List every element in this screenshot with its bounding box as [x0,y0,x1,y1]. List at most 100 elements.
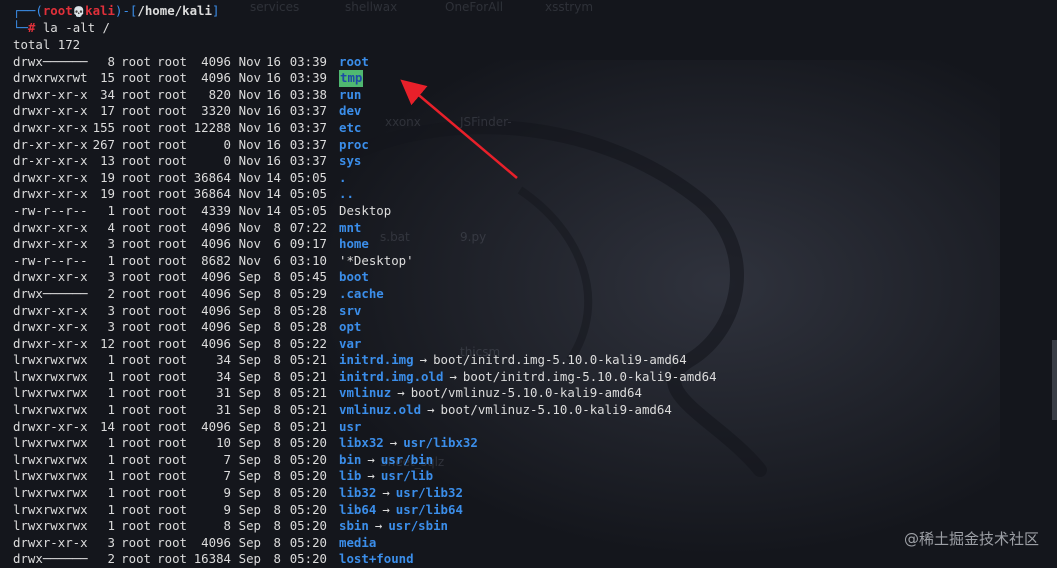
col-day: 6 [273,236,281,252]
col-month: Sep [238,551,261,567]
col-name: boot [327,269,369,286]
col-links: 1 [107,202,115,218]
col-name: '*Desktop' [327,253,414,270]
col-day: 16 [266,153,281,169]
col-month: Nov [238,153,261,169]
col-group: root [157,335,187,351]
col-name: initrd.img → boot/initrd.img-5.10.0-kali9-… [327,352,687,369]
entry-name: initrd.img.old [339,368,444,384]
col-perm: lrwxrwxrwx [13,402,88,418]
col-group: root [157,501,187,517]
entry-name: run [339,86,362,102]
col-month: Nov [238,186,261,202]
scrollbar-thumb[interactable] [1052,340,1057,420]
col-day: 8 [273,518,281,534]
listing-row: lrwxrwxrwx 1 root root 7 Sep 8 05:20 lib → usr/lib [13,468,717,485]
col-group: root [157,70,187,86]
col-group: root [157,153,187,169]
col-owner: root [121,269,151,285]
col-day: 8 [273,385,281,401]
col-links: 3 [107,319,115,335]
col-time: 09:17 [289,236,327,252]
listing-row: drwxr-xr-x 155 root root 12288 Nov 16 03:37 etc [13,120,717,137]
col-day: 8 [273,402,281,418]
col-perm: drwxr-xr-x [13,302,88,318]
col-group: root [157,285,187,301]
prompt-path: /home/kali [137,3,212,18]
col-owner: root [121,202,151,218]
col-owner: root [121,468,151,484]
col-links: 1 [107,468,115,484]
col-name: lib32 → usr/lib32 [327,485,463,502]
listing-row: lrwxrwxrwx 1 root root 9 Sep 8 05:20 lib32 → usr/l… [13,485,717,502]
symlink-target: usr/lib32 [395,485,463,501]
col-name: .. [327,186,354,203]
listing-row: drwxr-xr-x 12 root root 4096 Sep 8 05:22 var [13,336,717,353]
col-time: 03:37 [289,136,327,152]
symlink-arrow-icon: → [449,368,457,384]
entry-name: etc [339,119,362,135]
col-size: 36864 [193,169,231,185]
entry-name: .cache [339,285,384,301]
total-line: total 172 [13,37,717,54]
col-size: 36864 [193,186,231,202]
col-group: root [157,368,187,384]
col-time: 03:37 [289,103,327,119]
col-links: 14 [100,418,115,434]
entry-name: usr [339,418,362,434]
col-month: Sep [238,402,261,418]
col-links: 1 [107,385,115,401]
col-perm: lrwxrwxrwx [13,485,88,501]
col-perm: lrwxrwxrwx [13,501,88,517]
col-perm: drwxr-xr-x [13,418,88,434]
col-links: 3 [107,534,115,550]
col-perm: drwxr-xr-x [13,219,88,235]
entry-name: var [339,335,362,351]
col-time: 05:21 [289,368,327,384]
col-day: 8 [273,468,281,484]
col-time: 05:28 [289,302,327,318]
symlink-arrow-icon: → [389,435,398,451]
command-line[interactable]: └─# la -alt / [13,20,110,37]
col-name: libx32 → usr/libx32 [327,435,478,452]
entry-name: boot [339,269,369,285]
col-group: root [157,468,187,484]
listing-row: drwxr-xr-x 19 root root 36864 Nov 14 05:05.. [13,186,717,203]
col-group: root [157,269,187,285]
col-time: 03:37 [289,153,327,169]
col-day: 8 [273,451,281,467]
symlink-target: boot/vmlinuz-5.10.0-kali9-amd64 [440,402,672,418]
col-owner: root [121,70,151,86]
terminal-window[interactable]: ┌──(root💀kali)-[/home/kali] └─# la -alt … [0,0,1057,568]
col-perm: -rw-r--r-- [13,202,88,218]
col-group: root [157,518,187,534]
col-group: root [157,219,187,235]
symlink-arrow-icon: → [367,451,375,467]
col-name: lib64 → usr/lib64 [327,502,463,519]
col-perm: drwxr-xr-x [13,335,88,351]
col-name: media [327,535,376,552]
col-name: . [327,170,346,187]
col-name: Desktop [327,203,391,220]
col-links: 1 [107,518,115,534]
entry-name: '*Desktop' [339,252,414,268]
listing-row: lrwxrwxrwx 1 root root 9 Sep 8 05:20 lib64 → usr/l… [13,502,717,519]
col-name: mnt [327,220,361,237]
symlink-target: usr/bin [380,451,434,467]
col-size: 31 [216,385,231,401]
col-perm: drwx────── [13,53,88,69]
col-size: 9 [223,501,231,517]
col-time: 03:39 [289,53,327,69]
entry-name: sbin [339,518,369,534]
col-time: 05:21 [289,418,327,434]
col-group: root [157,451,187,467]
col-name: sbin → usr/sbin [327,518,448,535]
col-owner: root [121,86,151,102]
listing-row: drwx────── 2 root root 16384 Sep 8 05:20 lost+fo… [13,551,717,568]
col-perm: drwxr-xr-x [13,319,88,335]
col-perm: lrwxrwxrwx [13,451,88,467]
col-perm: lrwxrwxrwx [13,518,88,534]
col-perm: dr-xr-xr-x [13,153,88,169]
col-day: 8 [273,418,281,434]
col-time: 05:20 [289,451,327,467]
